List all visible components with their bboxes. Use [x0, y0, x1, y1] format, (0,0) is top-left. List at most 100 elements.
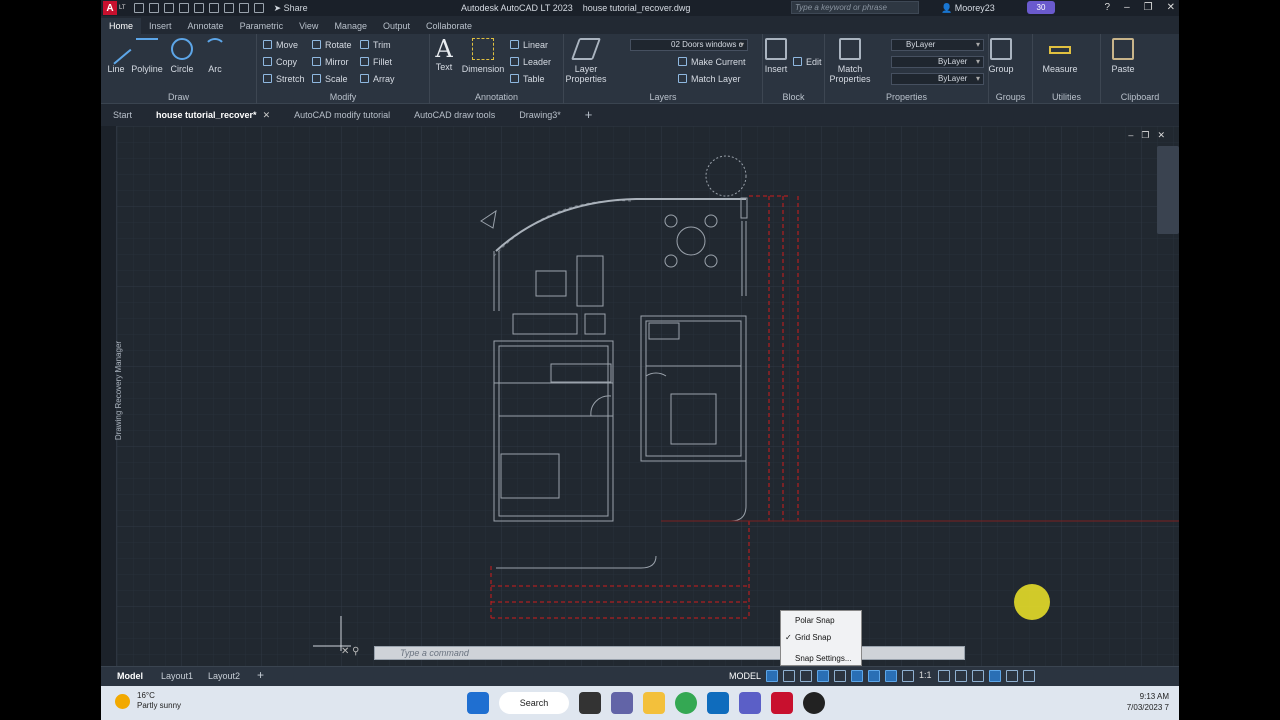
system-tray[interactable]: 9:13 AM 7/03/2023 7 — [1127, 691, 1169, 713]
layer-properties-button[interactable]: Layer Properties — [564, 38, 608, 84]
close-icon[interactable]: ✕ — [1167, 2, 1175, 13]
layer-dropdown[interactable]: 02 Doors windows c — [630, 39, 748, 51]
notification-count[interactable]: 7 — [1165, 703, 1169, 712]
match-properties-button[interactable]: Match Properties — [827, 38, 873, 84]
obs-icon[interactable] — [803, 692, 825, 714]
osnap-icon[interactable] — [851, 670, 863, 682]
customize-icon[interactable] — [1023, 670, 1035, 682]
measure-button[interactable]: Measure — [1038, 38, 1082, 74]
linear-button[interactable]: Linear — [510, 40, 548, 50]
hardware-acceleration-icon[interactable] — [989, 670, 1001, 682]
groups-panel-title[interactable]: Groups — [989, 92, 1032, 102]
rotate-button[interactable]: Rotate — [312, 40, 352, 50]
linetype-dropdown[interactable]: ByLayer — [891, 56, 984, 68]
trial-badge[interactable]: 30 — [1027, 1, 1055, 14]
outlook-icon[interactable] — [707, 692, 729, 714]
weather-icon[interactable] — [115, 694, 130, 709]
color-dropdown[interactable]: ByLayer — [891, 39, 984, 51]
ribbon-tab-insert[interactable]: Insert — [141, 18, 180, 34]
clipboard-panel-title[interactable]: Clipboard — [1101, 92, 1179, 102]
model-space-toggle[interactable]: MODEL — [729, 671, 761, 681]
group-button[interactable]: Group — [985, 38, 1017, 74]
print-icon[interactable] — [223, 3, 234, 13]
layout1-tab[interactable]: Layout1 — [161, 671, 193, 681]
document-tab[interactable]: AutoCAD draw tools — [402, 106, 507, 124]
match-layer-button[interactable]: Match Layer — [678, 74, 741, 84]
document-tab[interactable]: AutoCAD modify tutorial — [282, 106, 402, 124]
clean-screen-icon[interactable] — [1006, 670, 1018, 682]
document-tab[interactable]: Start — [101, 106, 144, 124]
scale-readout[interactable]: 1:1 — [919, 670, 933, 682]
leader-button[interactable]: Leader — [510, 57, 551, 67]
web-save-icon[interactable] — [208, 3, 219, 13]
model-tab[interactable]: Model — [117, 671, 143, 681]
taskbar-search[interactable]: Search — [499, 692, 569, 714]
ribbon-tab-annotate[interactable]: Annotate — [180, 18, 232, 34]
trim-button[interactable]: Trim — [360, 40, 391, 50]
task-view-icon[interactable] — [579, 692, 601, 714]
chrome-icon[interactable] — [675, 692, 697, 714]
drawing-recovery-manager-tab[interactable]: Drawing Recovery Manager — [114, 341, 123, 440]
utilities-panel-title[interactable]: Utilities — [1033, 92, 1100, 102]
start-icon[interactable] — [467, 692, 489, 714]
ribbon-tab-parametric[interactable]: Parametric — [232, 18, 292, 34]
mirror-button[interactable]: Mirror — [312, 57, 349, 67]
annotation-scale-icon[interactable] — [902, 670, 914, 682]
move-button[interactable]: Move — [263, 40, 298, 50]
undo-icon[interactable] — [238, 3, 249, 13]
polar-snap-option[interactable]: Polar Snap — [795, 616, 835, 625]
stretch-button[interactable]: Stretch — [263, 74, 305, 84]
teams-work-icon[interactable] — [739, 692, 761, 714]
ortho-icon[interactable] — [800, 670, 812, 682]
text-button[interactable]: A Text — [424, 36, 464, 72]
draw-panel-title[interactable]: Draw — [101, 92, 256, 102]
arc-button[interactable]: Arc — [195, 38, 235, 74]
fillet-button[interactable]: Fillet — [360, 57, 392, 67]
ribbon-tab-manage[interactable]: Manage — [326, 18, 375, 34]
redo-icon[interactable] — [253, 3, 264, 13]
scale-button[interactable]: Scale — [312, 74, 348, 84]
layout2-tab[interactable]: Layout2 — [208, 671, 240, 681]
block-edit-button[interactable]: Edit — [793, 57, 822, 67]
snap-settings-option[interactable]: Snap Settings... — [795, 654, 851, 663]
ribbon-tab-home[interactable]: Home — [101, 18, 142, 34]
layers-panel-title[interactable]: Layers — [564, 92, 762, 102]
block-panel-title[interactable]: Block — [763, 92, 824, 102]
add-layout-icon[interactable]: + — [257, 668, 264, 682]
grid-snap-option[interactable]: Grid Snap — [795, 633, 831, 642]
gear-icon[interactable] — [938, 670, 950, 682]
annotation-visibility-icon[interactable] — [885, 670, 897, 682]
save-as-icon[interactable] — [178, 3, 189, 13]
array-button[interactable]: Array — [360, 74, 395, 84]
polyline-button[interactable]: Polyline — [127, 38, 167, 74]
ribbon-tab-collaborate[interactable]: Collaborate — [418, 18, 480, 34]
share-button[interactable]: ➤ Share — [274, 3, 308, 14]
open-file-icon[interactable] — [148, 3, 159, 13]
grid-icon[interactable] — [766, 670, 778, 682]
teams-icon[interactable] — [611, 692, 633, 714]
lineweight-dropdown[interactable]: ByLayer — [891, 73, 984, 85]
app-logo[interactable]: A — [103, 1, 117, 15]
user-account[interactable]: 👤 Moorey23 — [941, 3, 995, 14]
annotation-panel-title[interactable]: Annotation — [430, 92, 563, 102]
file-explorer-icon[interactable] — [643, 692, 665, 714]
ribbon-tab-output[interactable]: Output — [375, 18, 418, 34]
snap-icon[interactable] — [783, 670, 795, 682]
minimize-icon[interactable]: – — [1124, 2, 1130, 13]
insert-button[interactable]: Insert — [757, 38, 795, 74]
new-file-icon[interactable] — [133, 3, 144, 13]
polar-icon[interactable] — [817, 670, 829, 682]
document-tab[interactable]: house tutorial_recover* ✕ — [144, 106, 282, 124]
isodraft-icon[interactable] — [834, 670, 846, 682]
drawing-canvas[interactable]: Drawing Recovery Manager –❐✕ — [101, 126, 1179, 666]
weather-widget[interactable]: 16°C Partly sunny — [137, 691, 181, 711]
command-line-input[interactable]: Type a command — [374, 646, 965, 660]
document-tab[interactable]: Drawing3* — [507, 106, 573, 124]
modify-panel-title[interactable]: Modify — [257, 92, 429, 102]
autocad-taskbar-icon[interactable] — [771, 692, 793, 714]
table-button[interactable]: Table — [510, 74, 545, 84]
isolate-icon[interactable] — [972, 670, 984, 682]
restore-icon[interactable]: ❐ — [1144, 2, 1153, 13]
close-tab-icon[interactable]: ✕ — [263, 110, 271, 120]
copy-button[interactable]: Copy — [263, 57, 297, 67]
